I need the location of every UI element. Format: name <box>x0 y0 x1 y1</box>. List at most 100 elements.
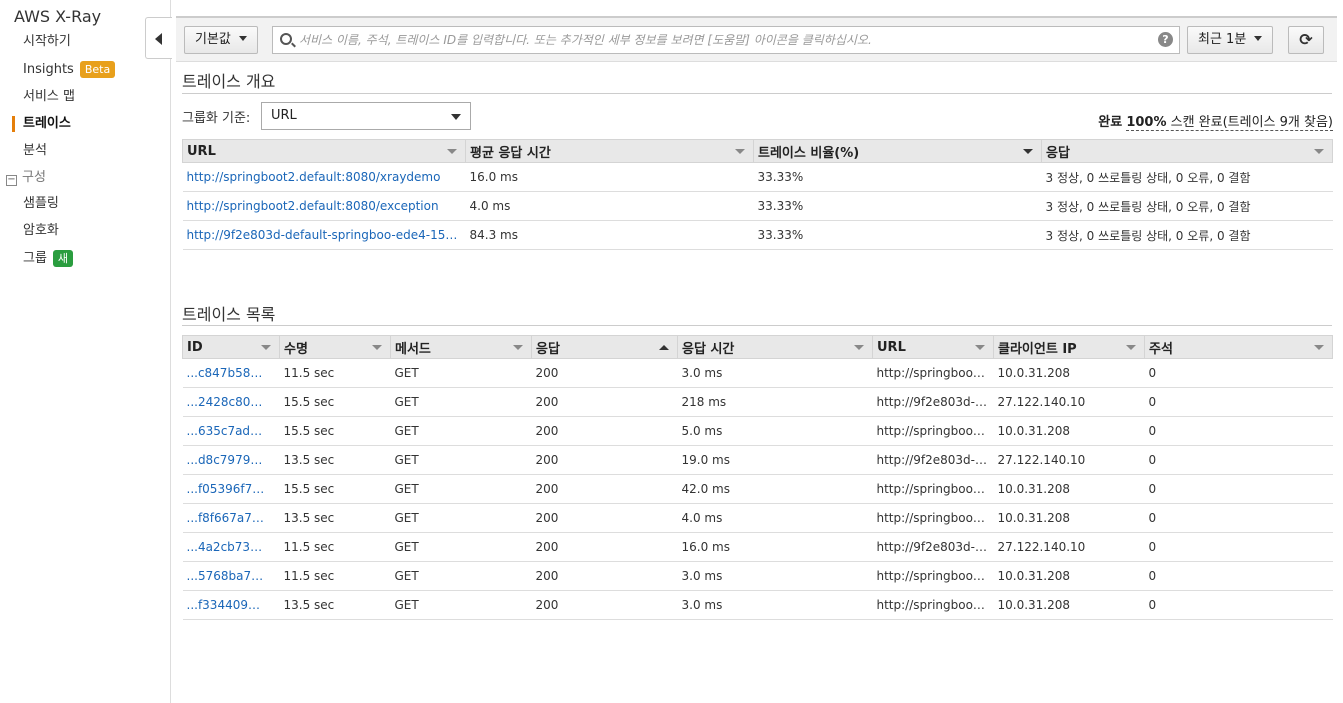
trace-id-link[interactable]: ...5768ba7257 <box>182 561 280 591</box>
column-label: 메서드 <box>395 341 431 357</box>
avg-time-cell: 4.0 ms <box>465 191 754 221</box>
sidebar-item-sampling[interactable]: 샘플링 <box>23 194 59 214</box>
table-row[interactable]: http://springboot2.default:8080/xraydemo… <box>182 162 1333 192</box>
refresh-button[interactable]: ⟳ <box>1288 26 1324 54</box>
new-badge: 새 <box>52 250 74 267</box>
scan-progress-link[interactable]: 100% 스캔 완료(트레이스 9개 찾음) <box>1126 115 1333 131</box>
sidebar-item-analytics[interactable]: 분석 <box>23 141 47 161</box>
url-cell: http://9f2e803d-d... <box>872 387 994 417</box>
group-by-select[interactable]: URL <box>261 102 471 130</box>
age-cell: 15.5 sec <box>279 474 391 504</box>
response-cell: 200 <box>531 590 678 620</box>
response-time-cell: 16.0 ms <box>677 532 873 562</box>
divider <box>182 93 1332 94</box>
table-header-row: ID 수명 메서드 응답 응답 시간 URL 클라이언트 IP 주석 <box>182 335 1333 359</box>
table-row[interactable]: ...d8c7979ffd3 13.5 sec GET 200 19.0 ms http:… <box>182 445 1333 475</box>
url-cell: http://springboot2... <box>872 474 994 504</box>
table-row[interactable]: ...f8f667a7ea7 13.5 sec GET 200 4.0 ms http:/… <box>182 503 1333 533</box>
chevron-down-icon <box>854 345 864 350</box>
column-header-response[interactable]: 응답 <box>531 335 678 359</box>
trace-id-link[interactable]: ...2428c806e9 <box>182 387 280 417</box>
sidebar-item-groups[interactable]: 그룹 새 <box>23 249 74 269</box>
trace-id-link[interactable]: ...d8c7979ffd3 <box>182 445 280 475</box>
search-box: ? <box>272 26 1180 54</box>
url-link[interactable]: http://9f2e803d-default-springboo-ede4-1… <box>182 220 466 250</box>
table-row[interactable]: ...f05396f7a18 15.5 sec GET 200 42.0 ms http:… <box>182 474 1333 504</box>
response-cell: 200 <box>531 532 678 562</box>
response-time-cell: 42.0 ms <box>677 474 873 504</box>
table-row[interactable]: ...2428c806e9 15.5 sec GET 200 218 ms http://… <box>182 387 1333 417</box>
url-link[interactable]: http://springboot2.default:8080/xraydemo <box>182 162 466 192</box>
column-header-age[interactable]: 수명 <box>279 335 391 359</box>
notes-cell: 0 <box>1144 561 1333 591</box>
column-header-method[interactable]: 메서드 <box>390 335 532 359</box>
active-indicator <box>12 116 15 132</box>
help-icon[interactable]: ? <box>1158 32 1173 47</box>
time-range-dropdown[interactable]: 최근 1분 <box>1187 26 1274 54</box>
column-header-response[interactable]: 응답 <box>1041 139 1333 163</box>
response-cell: 3 정상, 0 쓰로틀링 상태, 0 오류, 0 결함 <box>1041 191 1333 221</box>
url-link[interactable]: http://springboot2.default:8080/exceptio… <box>182 191 466 221</box>
table-row[interactable]: ...635c7ad8ff9 15.5 sec GET 200 5.0 ms http:/… <box>182 416 1333 446</box>
sidebar: AWS X-Ray 시작하기 Insights Beta 서비스 맵 트레이스 분… <box>0 0 171 703</box>
table-row[interactable]: http://springboot2.default:8080/exceptio… <box>182 191 1333 221</box>
trace-id-link[interactable]: ...f8f667a7ea7 <box>182 503 280 533</box>
avg-time-cell: 84.3 ms <box>465 220 754 250</box>
column-label: 평균 응답 시간 <box>470 145 551 161</box>
response-cell: 200 <box>531 416 678 446</box>
chevron-down-icon <box>1314 345 1324 350</box>
search-input[interactable] <box>299 30 1149 50</box>
column-header-avg-time[interactable]: 평균 응답 시간 <box>465 139 754 163</box>
trace-id-link[interactable]: ...4a2cb73373 <box>182 532 280 562</box>
collapse-toggle-icon[interactable]: − <box>6 175 17 186</box>
column-header-client-ip[interactable]: 클라이언트 IP <box>993 335 1145 359</box>
table-row[interactable]: ...f334409d78 13.5 sec GET 200 3.0 ms http://… <box>182 590 1333 620</box>
table-row[interactable]: ...c847b58bf2 11.5 sec GET 200 3.0 ms http://… <box>182 358 1333 388</box>
table-row[interactable]: ...5768ba7257 11.5 sec GET 200 3.0 ms http://… <box>182 561 1333 591</box>
sidebar-item-insights[interactable]: Insights Beta <box>23 60 116 80</box>
scan-percent: 100% <box>1126 115 1167 130</box>
column-header-id[interactable]: ID <box>182 335 280 359</box>
sidebar-section-label: 구성 <box>22 170 46 185</box>
client-ip-cell: 27.122.140.10 <box>993 532 1145 562</box>
column-header-notes[interactable]: 주석 <box>1144 335 1333 359</box>
avg-time-cell: 16.0 ms <box>465 162 754 192</box>
default-filter-dropdown[interactable]: 기본값 <box>184 26 258 54</box>
age-cell: 13.5 sec <box>279 503 391 533</box>
method-cell: GET <box>390 387 532 417</box>
trace-id-link[interactable]: ...c847b58bf2 <box>182 358 280 388</box>
column-label: ID <box>187 339 203 355</box>
sidebar-item-service-map[interactable]: 서비스 맵 <box>23 87 75 107</box>
client-ip-cell: 10.0.31.208 <box>993 474 1145 504</box>
column-label: 클라이언트 IP <box>998 341 1077 357</box>
url-cell: http://springboot2... <box>872 561 994 591</box>
url-cell: http://springboot2... <box>872 503 994 533</box>
overview-table: URL 평균 응답 시간 트레이스 비율(%) 응답 http://spring… <box>182 139 1333 250</box>
response-cell: 200 <box>531 445 678 475</box>
sidebar-item-traces[interactable]: 트레이스 <box>23 114 71 134</box>
age-cell: 13.5 sec <box>279 445 391 475</box>
table-row[interactable]: ...4a2cb73373 11.5 sec GET 200 16.0 ms http:/… <box>182 532 1333 562</box>
column-header-response-time[interactable]: 응답 시간 <box>677 335 873 359</box>
toolbar: 기본값 ? 최근 1분 ⟳ <box>176 16 1337 62</box>
sidebar-item-encryption[interactable]: 암호화 <box>23 221 59 241</box>
chevron-down-icon <box>735 149 745 154</box>
response-cell: 200 <box>531 387 678 417</box>
method-cell: GET <box>390 358 532 388</box>
column-label: 응답 시간 <box>682 341 735 357</box>
trace-id-link[interactable]: ...f05396f7a18 <box>182 474 280 504</box>
trace-id-link[interactable]: ...f334409d78 <box>182 590 280 620</box>
url-cell: http://springboot2... <box>872 358 994 388</box>
sidebar-item-getting-started[interactable]: 시작하기 <box>23 32 71 52</box>
method-cell: GET <box>390 445 532 475</box>
column-header-url[interactable]: URL <box>182 139 466 163</box>
column-header-ratio[interactable]: 트레이스 비율(%) <box>753 139 1042 163</box>
sidebar-section-config[interactable]: − 구성 <box>6 168 46 188</box>
trace-id-link[interactable]: ...635c7ad8ff9 <box>182 416 280 446</box>
response-time-cell: 3.0 ms <box>677 561 873 591</box>
sidebar-collapse-button[interactable] <box>145 17 172 59</box>
column-header-url[interactable]: URL <box>872 335 994 359</box>
table-row[interactable]: http://9f2e803d-default-springboo-ede4-1… <box>182 220 1333 250</box>
client-ip-cell: 10.0.31.208 <box>993 503 1145 533</box>
chevron-down-icon <box>261 345 271 350</box>
